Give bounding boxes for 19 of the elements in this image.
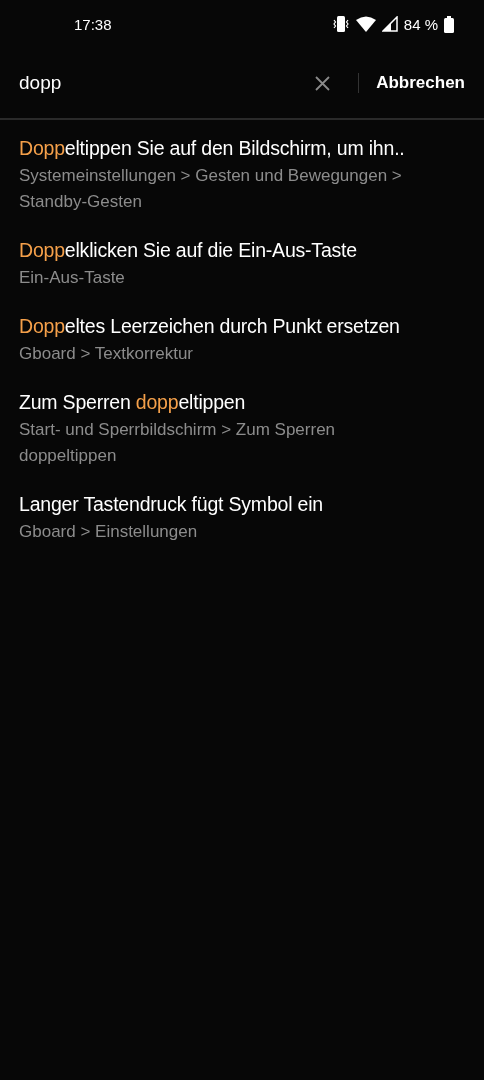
result-title[interactable]: Doppelklicken Sie auf die Ein-Aus-Taste — [19, 235, 465, 265]
signal-icon — [381, 16, 398, 32]
result-title[interactable]: Doppeltes Leerzeichen durch Punkt ersetzen — [19, 311, 465, 341]
search-field[interactable]: dopp — [19, 72, 306, 94]
result-title[interactable]: Zum Sperren doppeltippen — [19, 387, 465, 417]
result-title[interactable]: Langer Tastendruck fügt Symbol ein — [19, 489, 465, 519]
result-path: Start- und Sperrbildschirm > Zum Sperren doppeltippen — [19, 419, 337, 467]
vibrate-icon — [331, 15, 350, 33]
battery-percentage: 84 % — [403, 15, 438, 33]
result-path: Gboard > Textkorrektur — [19, 343, 195, 365]
result-path: Systemeinstellungen > Gesten und Bewegungen > Standby-Gesten — [19, 165, 403, 213]
result-title[interactable]: Doppeltippen Sie auf den Bildschirm, um ihn.. — [19, 133, 465, 163]
clear-icon[interactable] — [315, 75, 331, 91]
cancel-button[interactable]: Abbrechen — [376, 73, 465, 93]
result-path: Gboard > Einstellungen — [19, 521, 199, 543]
wifi-icon — [355, 16, 376, 32]
clock-time: 17:38 — [74, 15, 112, 33]
result-path: Ein-Aus-Taste — [19, 267, 126, 289]
battery-icon — [444, 15, 454, 33]
